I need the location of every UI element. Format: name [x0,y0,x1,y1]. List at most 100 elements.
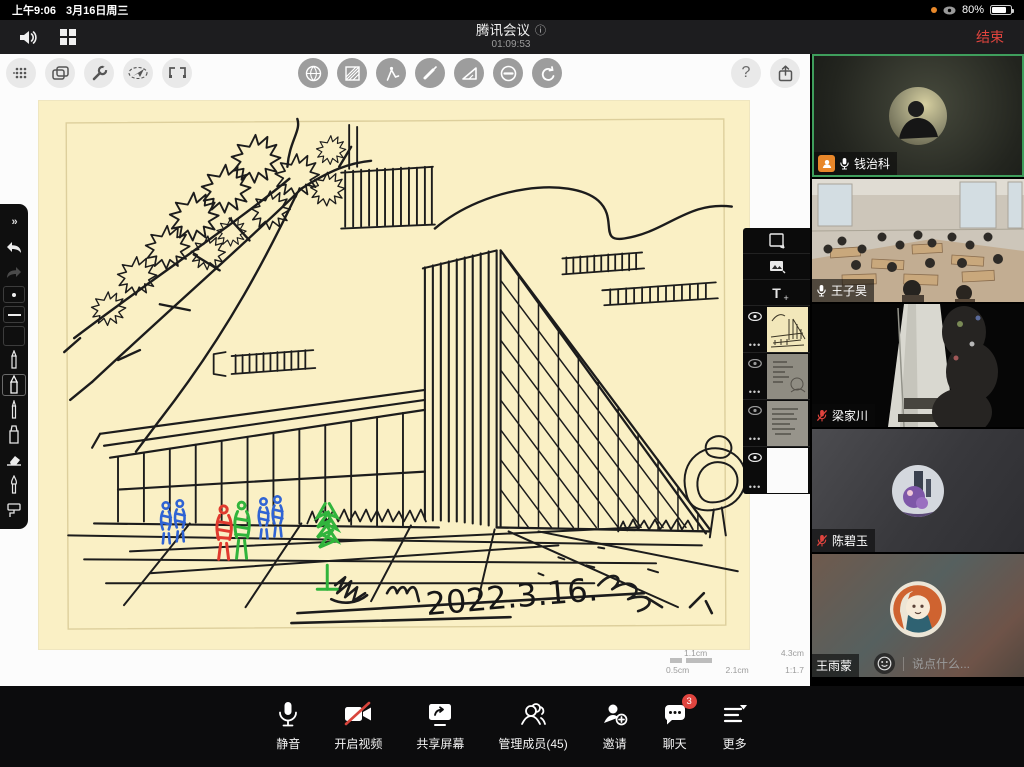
mic-on-icon [816,284,827,297]
import-image-button[interactable] [743,254,810,280]
brush-opacity-swatch[interactable] [3,306,25,323]
meeting-info-icon[interactable]: ⓘ [535,25,546,38]
chat-button[interactable]: 3 聊天 [662,701,688,752]
status-time: 上午9:06 [12,2,56,18]
text-tool-button[interactable]: T+ [743,280,810,306]
eye-icon[interactable] [748,406,762,415]
gallery-dots-icon [13,65,29,81]
brush-size-swatch[interactable] [3,286,25,303]
toolbar-label: 管理成员(45) [498,735,567,752]
canvases-button[interactable] [45,58,75,88]
mic-on-icon [839,157,850,170]
transform-button[interactable] [123,58,153,88]
paint-roller-icon [6,502,22,518]
layer-menu-button[interactable]: ••• [749,391,761,393]
status-date: 3月16日周三 [66,2,128,18]
red-figure [217,506,231,559]
layer-menu-button[interactable]: ••• [749,438,761,440]
rail-expand-button[interactable]: » [2,211,26,233]
drawing-toolbar-center [298,58,562,88]
chat-input[interactable]: 说点什么... [912,655,970,672]
wrench-icon [91,65,108,82]
color-swatch[interactable] [3,326,25,346]
layer-thumbnail-empty[interactable] [767,448,808,493]
video-tile-4[interactable]: 陈碧玉 [812,429,1024,552]
microphone-icon [277,701,299,728]
eraser-tool[interactable] [2,449,26,471]
toolbar-label: 邀请 [603,735,627,752]
minus-tool-button[interactable] [493,58,523,88]
gallery-button[interactable] [6,58,36,88]
eye-icon[interactable] [748,312,762,321]
video-tile-3[interactable]: 梁家川 [812,304,1024,427]
invite-button[interactable]: 邀请 [602,701,628,752]
transform-plane-icon [128,65,148,81]
roller-tool[interactable] [2,499,26,521]
pen-tool-2-selected[interactable] [2,374,26,396]
avatar [892,465,944,517]
marker-tool[interactable] [2,424,26,446]
loop-tool-button[interactable] [532,58,562,88]
video-tile-5[interactable]: 王雨蒙 说点什么... [812,554,1024,677]
speaker-button[interactable] [18,29,38,46]
main-content: ? [0,54,1024,686]
start-video-button[interactable]: 开启视频 [334,701,382,752]
pen-icon [9,350,19,370]
loop-arrow-icon [539,65,556,82]
share-screen-button[interactable]: 共享屏幕 [416,701,464,752]
export-share-button[interactable] [770,58,800,88]
emoji-button[interactable] [874,653,895,674]
settings-wrench-button[interactable] [84,58,114,88]
eye-icon[interactable] [748,453,762,462]
layout-grid-button[interactable] [60,29,76,45]
brush-tool[interactable] [2,474,26,496]
video-tile-2[interactable]: 王子昊 [812,179,1024,302]
manage-members-button[interactable]: 管理成员(45) [498,701,567,752]
compass-tool-button[interactable] [376,58,406,88]
end-meeting-button[interactable]: 结束 [976,27,1004,47]
share-icon [778,65,793,82]
layer-row-4[interactable]: ••• [743,447,810,494]
new-page-button[interactable] [743,228,810,254]
pen-icon [8,375,20,395]
participant-label: 王子昊 [812,279,874,302]
pen-tool-1[interactable] [2,349,26,371]
drawing-toolbar-left [6,58,192,88]
fineliner-icon [9,400,19,420]
pencil-tool-button[interactable] [415,58,445,88]
fill-tool-button[interactable] [337,58,367,88]
text-tool-icon: T+ [772,285,781,301]
selection-button[interactable] [162,58,192,88]
more-button[interactable]: 更多 [722,701,748,752]
share-screen-icon [427,701,453,728]
sketch-signature-date: 2022.3.16. [424,570,599,623]
members-icon [519,701,547,728]
pen-tool-3[interactable] [2,399,26,421]
divider-compass-icon [383,65,400,82]
selection-brackets-icon [169,66,186,80]
eye-icon[interactable] [748,359,762,368]
layer-row-1[interactable]: ••• [743,306,810,353]
toolbar-label: 更多 [723,735,747,752]
layer-row-3[interactable]: ••• [743,400,810,447]
layer-menu-button[interactable]: ••• [749,344,761,346]
mute-button[interactable]: 静音 [276,701,300,752]
layer-menu-button[interactable]: ••• [749,486,761,488]
sketch-canvas[interactable]: 2022.3.16. [38,100,750,650]
layer-row-2[interactable]: ••• [743,353,810,400]
help-button[interactable]: ? [731,58,761,88]
redo-button[interactable] [2,261,26,283]
sphere-tool-button[interactable] [298,58,328,88]
eraser-icon [6,454,22,466]
chat-badge: 3 [682,694,697,709]
undo-button[interactable] [2,236,26,258]
video-tile-1[interactable]: 钱治科 [812,54,1024,177]
marker-icon [8,425,20,445]
participant-name: 梁家川 [832,407,868,424]
toolbar-label: 静音 [276,735,300,752]
layer-thumbnail-text[interactable] [767,401,808,446]
layer-thumbnail-sketch[interactable] [767,307,808,352]
set-square-tool-button[interactable] [454,58,484,88]
meeting-timer: 01:09:53 [492,39,531,51]
layer-thumbnail-notes[interactable] [767,354,808,399]
